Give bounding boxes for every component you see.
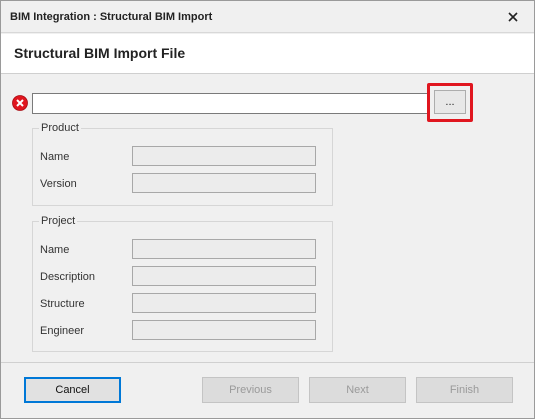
title-bar: BIM Integration : Structural BIM Import — [1, 1, 534, 33]
cancel-button[interactable]: Cancel — [24, 377, 121, 403]
project-description-field[interactable] — [132, 266, 316, 286]
next-button[interactable]: Next — [309, 377, 406, 403]
project-description-label: Description — [40, 271, 96, 283]
product-group: Product — [32, 122, 333, 206]
project-structure-label: Structure — [40, 298, 85, 310]
project-engineer-field[interactable] — [132, 320, 316, 340]
project-name-field[interactable] — [132, 239, 316, 259]
page-title: Structural BIM Import File — [14, 45, 186, 61]
finish-button[interactable]: Finish — [416, 377, 513, 403]
error-icon — [12, 95, 28, 111]
project-engineer-label: Engineer — [40, 325, 85, 337]
close-button[interactable] — [504, 8, 522, 26]
product-group-title: Product — [39, 122, 81, 134]
close-icon — [508, 12, 518, 22]
product-version-label: Version — [40, 178, 77, 190]
product-name-label: Name — [40, 151, 70, 163]
project-structure-field[interactable] — [132, 293, 316, 313]
project-name-label: Name — [40, 244, 70, 256]
previous-button[interactable]: Previous — [202, 377, 299, 403]
project-group-title: Project — [39, 215, 78, 227]
file-path-input[interactable] — [32, 93, 428, 114]
footer-separator — [1, 362, 534, 363]
browse-button[interactable]: ... — [434, 90, 466, 114]
window-title: BIM Integration : Structural BIM Import — [10, 11, 213, 23]
dialog-window: BIM Integration : Structural BIM Import … — [0, 0, 535, 419]
header-panel: Structural BIM Import File — [1, 34, 534, 74]
product-version-field[interactable] — [132, 173, 316, 193]
product-name-field[interactable] — [132, 146, 316, 166]
